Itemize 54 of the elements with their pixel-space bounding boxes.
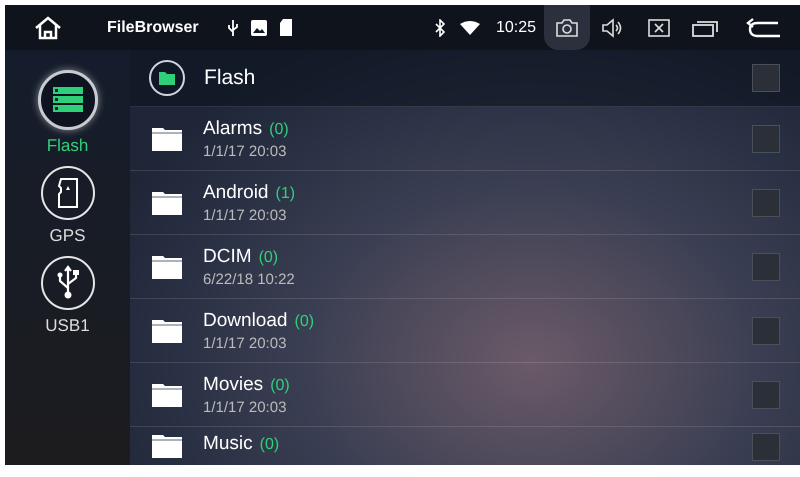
clock: 10:25 [496, 18, 536, 36]
folder-row[interactable]: Android (1) 1/1/17 20:03 [130, 171, 800, 235]
usb-icon [226, 18, 239, 36]
folder-row[interactable]: Movies (0) 1/1/17 20:03 [130, 363, 800, 427]
modified-date: 6/22/18 10:22 [203, 270, 296, 288]
folder-title: Flash [204, 66, 256, 90]
checkbox[interactable] [752, 316, 780, 344]
folder-icon [151, 126, 183, 152]
folder-name: Music [203, 433, 253, 455]
modified-date: 1/1/17 20:03 [203, 334, 288, 352]
folder-name: Download [203, 310, 288, 332]
folder-row[interactable]: Alarms (0) 1/1/17 20:03 [130, 107, 800, 171]
camera-button[interactable] [544, 5, 590, 50]
folder-icon [151, 433, 183, 459]
folder-icon [151, 382, 183, 408]
back-icon [746, 16, 782, 38]
home-icon[interactable] [33, 14, 63, 40]
item-count: (0) [270, 376, 290, 394]
checkbox[interactable] [752, 124, 780, 152]
folder-name: DCIM [203, 246, 252, 268]
checkbox[interactable] [752, 252, 780, 280]
folder-name: Alarms [203, 118, 262, 140]
folder-icon [151, 190, 183, 216]
sidebar-item[interactable]: USB1 [30, 256, 104, 336]
sidebar-item[interactable]: GPS [30, 166, 104, 246]
item-count: (1) [276, 184, 296, 202]
checkbox[interactable] [752, 433, 780, 461]
bluetooth-icon [434, 18, 446, 36]
folder-name: Android [203, 182, 268, 204]
app-title: FileBrowser [107, 18, 199, 36]
folder-icon [151, 254, 183, 280]
camera-icon [555, 18, 579, 38]
close-icon [647, 18, 671, 38]
wifi-icon [460, 20, 480, 34]
folder-icon [151, 318, 183, 344]
item-count: (0) [260, 436, 280, 454]
checkbox[interactable] [752, 380, 780, 408]
modified-date: 1/1/17 20:03 [203, 142, 288, 160]
storage-icon [52, 87, 82, 113]
checkbox[interactable] [752, 64, 780, 92]
item-count: (0) [269, 120, 289, 138]
item-count: (0) [294, 312, 314, 330]
item-count: (0) [258, 248, 278, 266]
modified-date: 1/1/17 20:03 [203, 398, 288, 416]
folder-row[interactable]: Download (0) 1/1/17 20:03 [130, 299, 800, 363]
folder-row[interactable]: Music (0) [130, 427, 800, 465]
image-icon [250, 20, 267, 36]
checkbox[interactable] [752, 188, 780, 216]
folder-row[interactable]: DCIM (0) 6/22/18 10:22 [130, 235, 800, 299]
folder-name: Movies [203, 374, 264, 396]
sd-card-icon [278, 19, 293, 36]
usb-icon [54, 265, 80, 301]
folder-icon [148, 59, 186, 97]
modified-date: 1/1/17 20:03 [203, 206, 288, 224]
